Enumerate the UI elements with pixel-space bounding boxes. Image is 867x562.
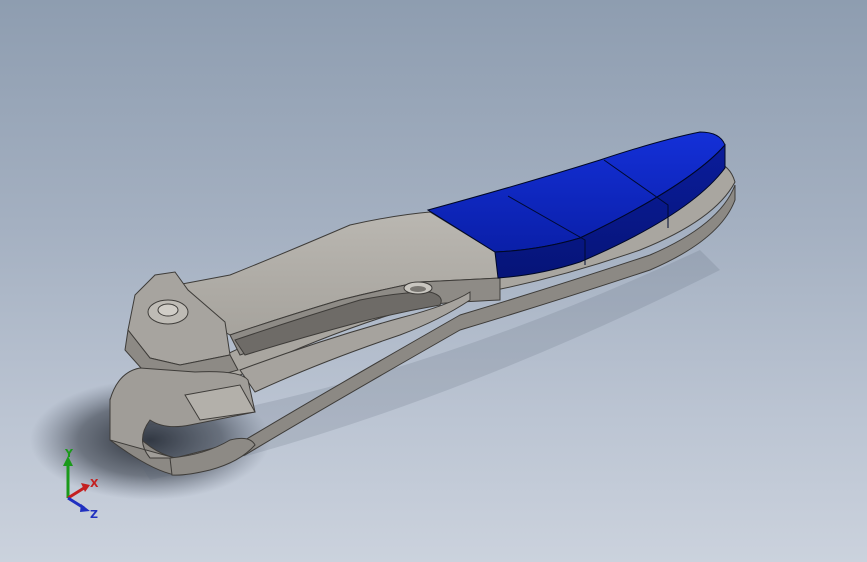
z-axis-arrowhead xyxy=(80,504,90,512)
coordinate-triad: Y X Z xyxy=(63,448,99,520)
y-axis-label: Y xyxy=(64,448,74,460)
head-pin-center xyxy=(157,303,179,317)
z-axis-label: Z xyxy=(90,508,98,520)
graphics-viewport[interactable]: Y X Z xyxy=(0,0,867,562)
3d-model-tool[interactable] xyxy=(0,0,867,562)
x-axis-label: X xyxy=(90,477,99,490)
pivot-hole-inner xyxy=(410,286,426,292)
x-axis-arrow xyxy=(67,486,85,500)
